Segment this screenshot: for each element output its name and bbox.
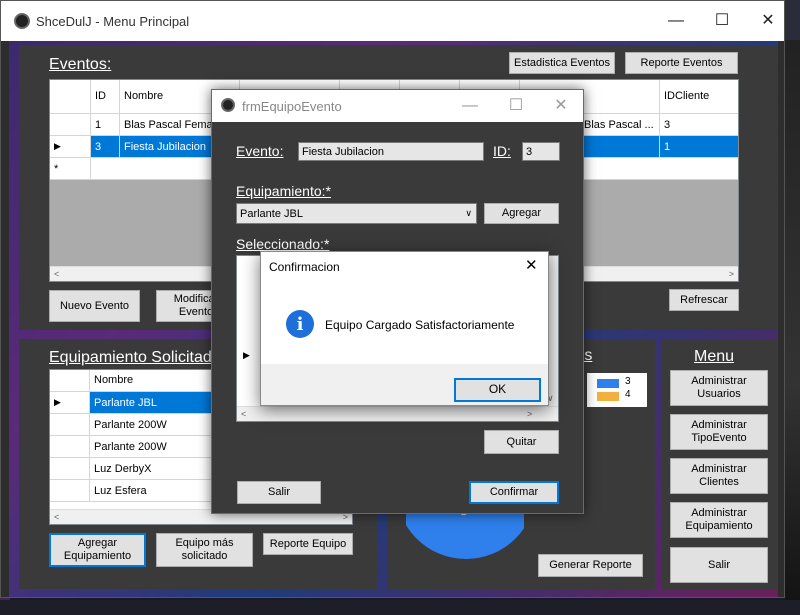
table-cell-idcliente[interactable]: 3 (660, 114, 738, 136)
equipamiento-selected: Parlante JBL (240, 207, 303, 220)
agregar-equipamiento-button[interactable]: Agregar Equipamiento (49, 533, 146, 567)
column-header-idcliente[interactable]: IDCliente (660, 80, 738, 114)
chart-legend: 3 4 (587, 373, 647, 407)
equipamiento-title: Equipamiento Solicitado (49, 349, 221, 366)
row-header-corner (50, 80, 91, 114)
row-header[interactable] (50, 114, 91, 136)
scroll-left-icon[interactable]: < (54, 269, 59, 279)
legend-swatch (597, 379, 619, 388)
frm-equipo-titlebar: frmEquipoEvento — ☐ ✕ (212, 90, 583, 122)
reporte-equipo-button[interactable]: Reporte Equipo (263, 533, 353, 555)
id-label: ID: (493, 143, 511, 159)
row-header-selected[interactable]: ▶ (50, 136, 91, 158)
administrar-usuarios-button[interactable]: Administrar Usuarios (670, 370, 768, 406)
window-title: ShceDulJ - Menu Principal (36, 14, 190, 29)
quitar-button[interactable]: Quitar (484, 430, 559, 454)
reporte-eventos-button[interactable]: Reporte Eventos (625, 52, 738, 74)
equipamiento-label: Equipamiento:* (236, 183, 331, 199)
row-header[interactable] (50, 458, 90, 480)
close-icon[interactable]: ✕ (525, 256, 538, 274)
administrar-clientes-button[interactable]: Administrar Clientes (670, 458, 768, 494)
ok-button[interactable]: OK (454, 378, 541, 402)
seleccionado-horizontal-scrollbar[interactable]: < > (237, 406, 558, 421)
minimize-button[interactable]: — (653, 1, 699, 41)
seleccionado-label: Seleccionado:* (236, 236, 330, 252)
agregar-button[interactable]: Agregar (484, 203, 559, 224)
row-selected-icon: ▶ (243, 350, 250, 360)
menu-panel: Menu Administrar Usuarios Administrar Ti… (662, 339, 777, 589)
minimize-button[interactable]: — (447, 90, 493, 122)
dialog-footer: OK (261, 364, 548, 405)
desktop-background-right (785, 40, 800, 615)
menu-salir-button[interactable]: Salir (670, 547, 768, 583)
legend-label: 4 (625, 389, 631, 400)
column-header-id[interactable]: ID (91, 80, 120, 114)
table-cell-id[interactable]: 3 (91, 136, 120, 158)
salir-button[interactable]: Salir (237, 481, 321, 504)
maximize-button[interactable]: ☐ (493, 90, 539, 122)
scroll-left-icon[interactable]: < (241, 409, 246, 419)
row-header-column (237, 256, 261, 406)
row-header-selected[interactable]: ▶ (50, 392, 90, 414)
close-button[interactable]: ✕ (538, 90, 584, 122)
table-cell-id[interactable]: 1 (91, 114, 120, 136)
main-titlebar: ShceDulJ - Menu Principal — ☐ ✕ (1, 1, 784, 41)
scroll-right-icon[interactable]: > (729, 269, 734, 279)
dialog-title: Confirmacion (269, 260, 340, 274)
estadistica-eventos-button[interactable]: Estadistica Eventos (509, 52, 615, 74)
frm-equipo-title: frmEquipoEvento (242, 99, 342, 114)
form-icon (221, 98, 235, 112)
new-row-header[interactable]: * (50, 158, 91, 180)
row-header-corner (50, 370, 90, 392)
evento-label: Evento: (236, 143, 284, 159)
nuevo-evento-button[interactable]: Nuevo Evento (49, 290, 140, 322)
administrar-tipoevento-button[interactable]: Administrar TipoEvento (670, 414, 768, 450)
row-header[interactable] (50, 436, 90, 458)
table-cell-idcliente[interactable]: 1 (660, 136, 738, 158)
maximize-button[interactable]: ☐ (699, 1, 745, 41)
generar-reporte-button[interactable]: Generar Reporte (538, 554, 643, 577)
equipamiento-combobox[interactable]: Parlante JBL ∨ (236, 203, 477, 224)
confirmar-button[interactable]: Confirmar (469, 481, 559, 504)
eventos-title: Eventos: (49, 56, 112, 73)
id-textbox[interactable]: 3 (522, 142, 560, 161)
refrescar-button[interactable]: Refrescar (669, 289, 739, 311)
app-icon (14, 13, 30, 29)
administrar-equipamiento-button[interactable]: Administrar Equipamiento (670, 502, 768, 538)
row-header[interactable] (50, 480, 90, 502)
legend-label: 3 (625, 376, 631, 387)
info-icon: i (286, 310, 314, 338)
equipo-mas-solicitado-button[interactable]: Equipo más solicitado (156, 533, 253, 567)
scroll-right-icon[interactable]: > (527, 409, 532, 419)
legend-swatch (597, 392, 619, 401)
scroll-left-icon[interactable]: < (54, 512, 59, 522)
menu-title: Menu (694, 348, 735, 365)
row-header[interactable] (50, 414, 90, 436)
chevron-down-icon[interactable]: ∨ (465, 208, 476, 219)
table-cell-cliente[interactable]: Blas Pascal ... (580, 114, 660, 136)
confirmacion-dialog: Confirmacion ✕ i Equipo Cargado Satisfac… (260, 251, 549, 406)
dialog-message: Equipo Cargado Satisfactoriamente (325, 318, 515, 332)
evento-textbox[interactable]: Fiesta Jubilacion (298, 142, 484, 161)
desktop-background-bottom (0, 600, 800, 615)
close-button[interactable]: ✕ (745, 1, 791, 41)
